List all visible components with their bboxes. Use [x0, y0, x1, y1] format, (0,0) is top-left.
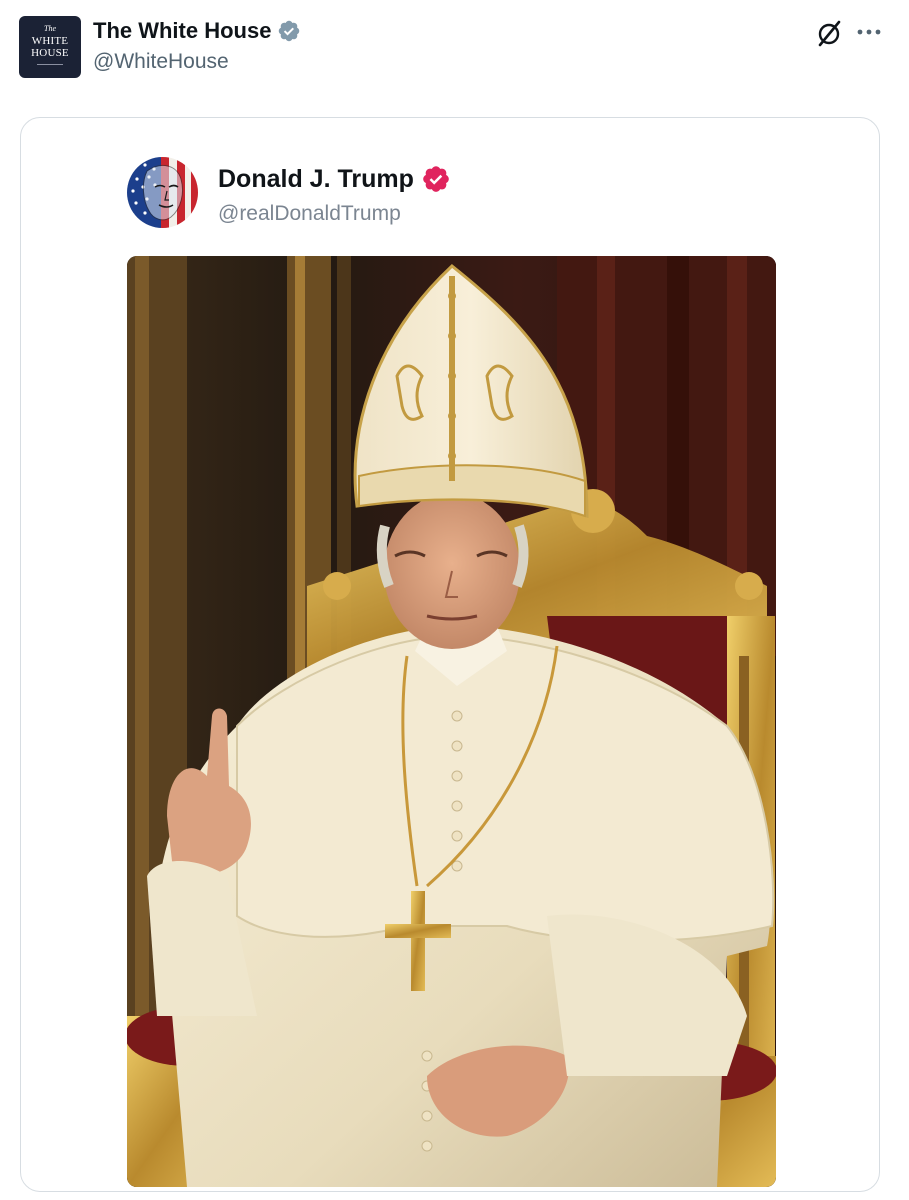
avatar-text-line2: WHITE — [31, 35, 69, 47]
flag-portrait-avatar-icon — [127, 157, 198, 228]
verified-badge-pink-icon — [423, 166, 449, 192]
author-name-row[interactable]: The White House — [93, 18, 301, 44]
author-name[interactable]: The White House — [93, 18, 271, 44]
papal-portrait-illustration — [127, 256, 776, 1187]
avatar-text-line3: HOUSE — [31, 47, 69, 59]
quoted-author-avatar[interactable] — [127, 157, 198, 228]
quoted-author-name[interactable]: Donald J. Trump — [218, 165, 414, 194]
quoted-author-handle[interactable]: @realDonaldTrump — [218, 202, 401, 226]
tweet-header: The WHITE HOUSE The White House @WhiteHo… — [0, 0, 909, 100]
verified-badge-icon — [279, 20, 300, 42]
avatar-divider — [37, 64, 63, 65]
author-avatar[interactable]: The WHITE HOUSE — [19, 16, 81, 78]
author-handle[interactable]: @WhiteHouse — [93, 50, 229, 74]
more-horizontal-icon[interactable] — [856, 22, 882, 42]
quoted-post-card[interactable]: Donald J. Trump @realDonaldTrump — [20, 117, 880, 1192]
avatar-text-line1: The — [44, 24, 56, 33]
grok-slash-circle-icon[interactable] — [814, 18, 844, 48]
quoted-post-image[interactable] — [127, 256, 776, 1187]
quoted-author-name-row[interactable]: Donald J. Trump — [218, 164, 451, 194]
